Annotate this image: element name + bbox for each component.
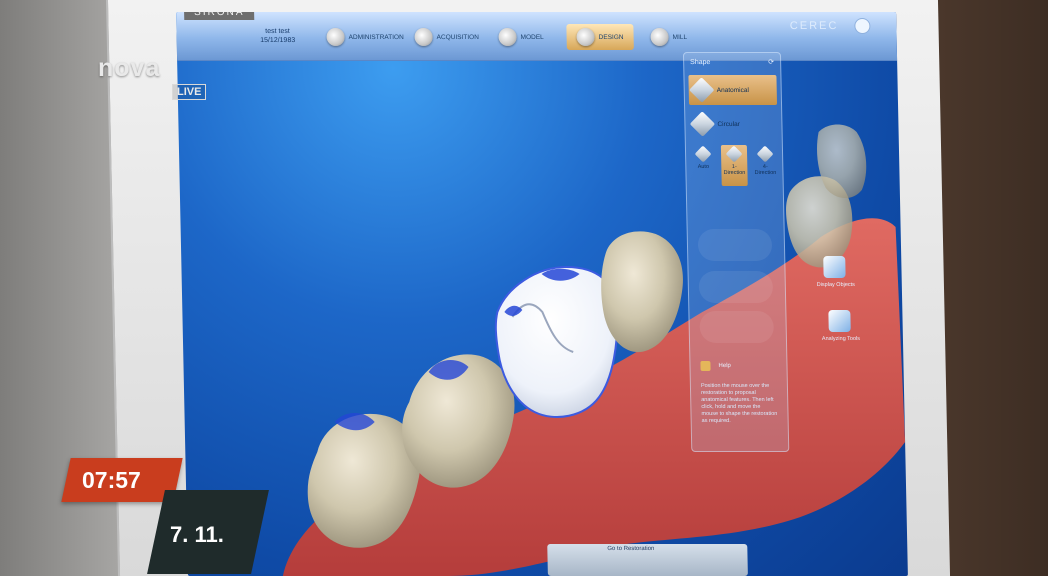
display-objects-label: Display Objects [816,282,855,288]
direction-label: 4-Direction [754,164,777,176]
direction-4[interactable]: 4-Direction [752,145,779,186]
disabled-tool-1 [697,229,773,261]
disabled-tool-2 [698,271,774,303]
shape-panel-title: Shape [690,58,711,66]
shape-description: Position the mouse over the restoration … [700,383,778,424]
channel-logo: nova [98,54,161,82]
time-text: 07:57 [82,467,141,493]
restoration-crown[interactable] [494,265,620,418]
analyzing-tools-label: Analyzing Tools [821,336,861,342]
shape-panel-header: Shape ⟳ [684,53,780,71]
live-badge: LIVE [172,84,207,100]
direction-label: Auto [697,164,710,170]
shape-panel: Shape ⟳ Anatomical Circular Auto 1-Direc… [682,52,790,452]
option-label: Circular [717,120,740,128]
dental-model-view[interactable] [176,12,908,576]
anatomical-icon [688,77,715,103]
disabled-tool-3 [699,311,775,343]
monitor-screen: SIRONA test test 15/12/1983 ADMINISTRATI… [176,12,908,576]
direction-1[interactable]: 1-Direction [720,145,748,186]
shape-option-anatomical[interactable]: Anatomical [688,75,778,105]
help-icon [700,361,711,371]
auto-icon [694,145,712,163]
direction-label: 1-Direction [723,164,746,176]
display-objects-icon[interactable] [823,256,846,278]
four-direction-icon [756,145,774,163]
help-label: Help [718,363,731,369]
help-row[interactable]: Help [700,361,731,371]
one-direction-icon [725,145,743,163]
shape-option-circular[interactable]: Circular [689,109,778,139]
refresh-icon[interactable]: ⟳ [768,58,774,66]
go-to-restoration-button[interactable]: Go to Restoration [607,546,654,552]
option-label: Anatomical [716,86,749,94]
direction-options: Auto 1-Direction 4-Direction [690,145,779,186]
circular-icon [689,111,716,137]
direction-auto[interactable]: Auto [690,145,717,186]
date-text: 7. 11. [170,522,224,547]
analyzing-tools-icon[interactable] [828,310,851,332]
